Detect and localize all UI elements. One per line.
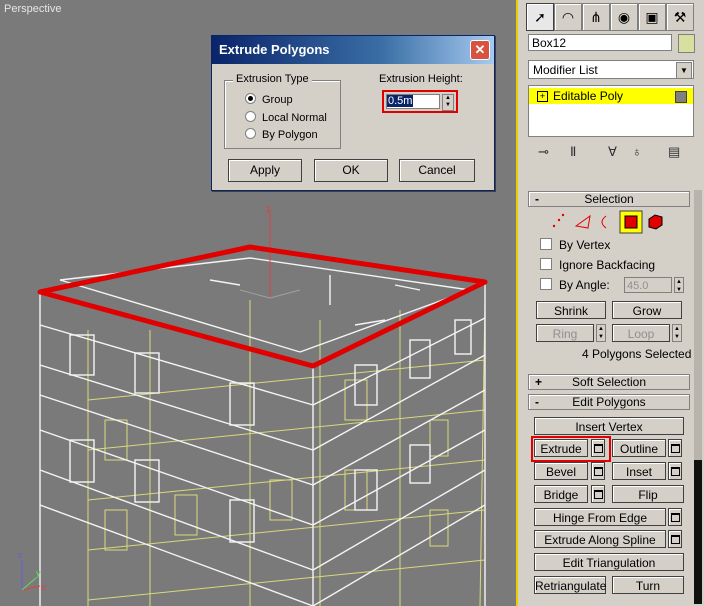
dialog-title: Extrude Polygons xyxy=(219,42,330,57)
svg-text:x: x xyxy=(41,582,46,592)
retriangulate-button[interactable]: Retriangulate xyxy=(534,576,606,594)
radio-by-polygon[interactable]: By Polygon xyxy=(245,128,318,141)
spinner-icon[interactable]: ▲ ▼ xyxy=(442,94,454,111)
turn-button[interactable]: Turn xyxy=(612,576,684,594)
object-name-field[interactable]: Box12 xyxy=(528,34,672,51)
hierarchy-tab-icon[interactable]: ⋔ xyxy=(582,3,610,31)
motion-tab-icon[interactable]: ◉ xyxy=(610,3,638,31)
extrusion-type-group: Extrusion Type Group Local Normal By Pol… xyxy=(224,73,341,149)
wireframe-front xyxy=(39,246,486,606)
group-title: Extrusion Type xyxy=(233,73,312,85)
make-unique-icon[interactable]: ∀ xyxy=(608,144,617,160)
modify-tab-icon[interactable]: ◠ xyxy=(554,3,582,31)
bevel-settings-icon[interactable] xyxy=(591,462,605,480)
bridge-settings-icon[interactable] xyxy=(591,485,605,503)
outline-button[interactable]: Outline xyxy=(612,439,666,457)
spinner-icon[interactable]: ▲ ▼ xyxy=(674,277,684,293)
pin-stack-icon[interactable]: ⊸ xyxy=(538,144,549,160)
insert-vertex-button[interactable]: Insert Vertex xyxy=(534,417,684,435)
close-icon[interactable]: ✕ xyxy=(470,40,490,60)
grow-button[interactable]: Grow xyxy=(612,301,682,319)
extrusion-height-highlight: 0.5m ▲ ▼ xyxy=(382,90,458,113)
display-tab-icon[interactable]: ▣ xyxy=(638,3,666,31)
loop-button[interactable]: Loop xyxy=(612,324,670,342)
ignore-backfacing-checkbox[interactable]: Ignore Backfacing xyxy=(540,258,655,272)
hinge-from-edge-button[interactable]: Hinge From Edge xyxy=(534,508,666,526)
selection-status: 4 Polygons Selected xyxy=(582,347,692,361)
remove-modifier-icon[interactable]: ♁ xyxy=(632,144,642,159)
radio-selected-icon[interactable] xyxy=(245,93,256,104)
edge-icon[interactable] xyxy=(574,214,591,229)
element-icon[interactable] xyxy=(648,214,663,230)
by-vertex-checkbox[interactable]: By Vertex xyxy=(540,238,610,252)
radio-group[interactable]: Group xyxy=(245,93,293,106)
show-end-result-icon[interactable]: Ⅱ xyxy=(570,144,576,160)
stack-toggle-icon[interactable] xyxy=(675,91,687,103)
perspective-viewport[interactable]: z z x y Perspective Extrude Polygons ✕ E… xyxy=(0,0,518,606)
dialog-titlebar[interactable]: Extrude Polygons ✕ xyxy=(212,36,494,64)
configure-sets-icon[interactable]: ▤ xyxy=(668,144,680,160)
edit-triangulation-button[interactable]: Edit Triangulation xyxy=(534,553,684,571)
angle-input[interactable]: 45.0 xyxy=(624,277,672,293)
spinner-icon[interactable]: ▲ ▼ xyxy=(672,324,682,342)
outline-settings-icon[interactable] xyxy=(668,439,682,457)
extrude-button[interactable]: Extrude xyxy=(534,439,588,457)
selected-polygons-outline[interactable] xyxy=(37,244,488,369)
apply-button[interactable]: Apply xyxy=(228,159,302,182)
checkbox-icon xyxy=(540,278,552,290)
border-icon[interactable] xyxy=(601,215,607,229)
ring-button[interactable]: Ring xyxy=(536,324,594,342)
checkbox-icon xyxy=(540,258,552,270)
svg-text:z: z xyxy=(18,550,23,560)
expand-icon[interactable]: + xyxy=(537,91,548,102)
command-panel: ➚ ◠ ⋔ ◉ ▣ ⚒ Box12 Modifier List ▼ + Edit… xyxy=(520,0,704,606)
inset-button[interactable]: Inset xyxy=(612,462,666,480)
by-angle-checkbox[interactable]: By Angle: xyxy=(540,278,610,292)
chevron-down-icon[interactable]: ▼ xyxy=(676,62,692,79)
vertex-icon[interactable] xyxy=(552,213,565,228)
polygon-icon[interactable] xyxy=(619,210,643,234)
radio-icon[interactable] xyxy=(245,111,256,122)
cancel-button[interactable]: Cancel xyxy=(399,159,475,182)
inset-settings-icon[interactable] xyxy=(668,462,682,480)
modifier-stack: + Editable Poly xyxy=(528,85,694,137)
viewport-label[interactable]: Perspective xyxy=(4,3,61,15)
ok-button[interactable]: OK xyxy=(314,159,388,182)
selection-rollout-header[interactable]: - Selection xyxy=(528,191,690,207)
stack-item-editable-poly[interactable]: + Editable Poly xyxy=(529,88,693,104)
soft-selection-rollout-header[interactable]: + Soft Selection xyxy=(528,374,690,390)
extrude-spline-settings-icon[interactable] xyxy=(668,530,682,548)
radio-icon[interactable] xyxy=(245,128,256,139)
axis-z-label: z xyxy=(266,204,271,215)
object-color-swatch[interactable] xyxy=(678,34,695,53)
radio-local-normal[interactable]: Local Normal xyxy=(245,111,327,124)
svg-text:y: y xyxy=(36,568,41,578)
checkbox-icon xyxy=(540,238,552,250)
extrusion-height-label: Extrusion Height: xyxy=(379,73,463,85)
modifier-list-dropdown[interactable]: Modifier List ▼ xyxy=(528,60,694,79)
panel-scroll-thumb[interactable] xyxy=(694,460,702,604)
utilities-tab-icon[interactable]: ⚒ xyxy=(666,3,694,31)
bridge-button[interactable]: Bridge xyxy=(534,485,588,503)
shrink-button[interactable]: Shrink xyxy=(536,301,606,319)
extrude-settings-icon[interactable] xyxy=(591,439,605,457)
hinge-settings-icon[interactable] xyxy=(668,508,682,526)
spinner-icon[interactable]: ▲ ▼ xyxy=(596,324,606,342)
create-tab-icon[interactable]: ➚ xyxy=(526,3,554,31)
flip-button[interactable]: Flip xyxy=(612,485,684,503)
bevel-button[interactable]: Bevel xyxy=(534,462,588,480)
subobject-icons xyxy=(552,210,663,234)
extrude-polygons-dialog: Extrude Polygons ✕ Extrusion Type Group … xyxy=(211,35,495,191)
extrude-along-spline-button[interactable]: Extrude Along Spline xyxy=(534,530,666,548)
axis-tripod: z x y xyxy=(18,550,46,592)
edit-polygons-rollout-header[interactable]: - Edit Polygons xyxy=(528,394,690,410)
extrusion-height-input[interactable]: 0.5m xyxy=(386,94,440,109)
